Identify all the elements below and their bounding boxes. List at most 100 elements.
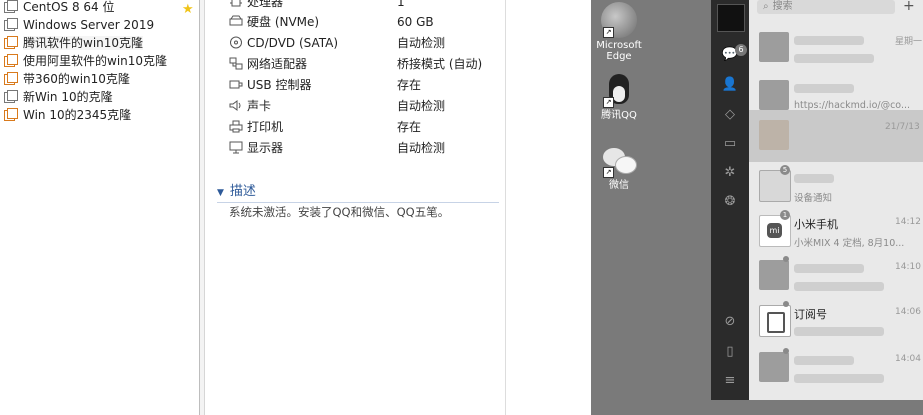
vm-details-panel: 处理器 1 硬盘 (NVMe) 60 GB CD/DVD (SATA) 自动检测… [205, 0, 506, 415]
hard-disk-icon [229, 15, 243, 26]
unread-dot [783, 301, 789, 307]
chat-item[interactable]: 订阅号 14:06 [749, 295, 923, 347]
hardware-name: 硬盘 (NVMe) [247, 15, 320, 29]
edge-icon: ↗ [601, 2, 637, 38]
vm-icon [4, 18, 18, 31]
chat-name-redacted [794, 264, 864, 273]
contacts-icon[interactable]: 👤 [721, 76, 739, 94]
moments-icon[interactable]: ✲ [721, 164, 739, 182]
chat-avatar [759, 120, 789, 150]
chat-item[interactable]: 21/7/13 [749, 110, 923, 162]
vm-icon [4, 0, 18, 13]
chat-preview: 小米MIX 4 定档, 8月10... [794, 238, 905, 249]
hardware-value: 自动检测 [397, 36, 446, 50]
vm-item-label: 新Win 10的克隆 [23, 90, 113, 104]
subscription-icon [759, 305, 791, 337]
network-adapter-icon [229, 57, 243, 70]
hardware-name: USB 控制器 [247, 78, 312, 92]
chat-time: 14:10 [895, 262, 921, 272]
description-header[interactable]: ▼ 描述 [217, 182, 499, 203]
phone-icon[interactable]: ▯ [721, 343, 739, 361]
chat-avatar [759, 80, 789, 110]
vm-item-label: 腾讯软件的win10克隆 [23, 36, 144, 50]
desktop-icon-qq[interactable]: ↗ 腾讯QQ [591, 72, 647, 121]
desktop-icon-label: 微信 [609, 180, 629, 191]
chat-preview-redacted [794, 327, 884, 336]
chat-preview: 设备通知 [794, 193, 833, 204]
desktop-icon-label: Microsoft Edge [596, 40, 642, 62]
hardware-value: 自动检测 [397, 141, 446, 155]
avatar[interactable] [717, 4, 745, 32]
shortcut-arrow-icon: ↗ [603, 167, 614, 178]
chat-preview-redacted [794, 374, 884, 383]
chat-time: 14:04 [895, 354, 921, 364]
chat-preview-redacted [794, 282, 884, 291]
chat-avatar [759, 32, 789, 62]
chat-unread-badge: 1 [780, 210, 790, 220]
vm-item[interactable]: 带360的win10克隆 [4, 70, 130, 88]
vm-item[interactable]: 新Win 10的克隆 [4, 88, 113, 106]
search-icon: ⌕ [763, 1, 769, 12]
printer-icon [229, 120, 243, 133]
vm-item[interactable]: Windows Server 2019 [4, 16, 154, 34]
cpu-icon [230, 0, 242, 7]
chat-name-redacted [794, 36, 864, 45]
vm-library-panel: CentOS 8 64 位 ★ Windows Server 2019 腾讯软件… [0, 0, 200, 415]
shortcut-arrow-icon: ↗ [603, 27, 614, 38]
desktop-bottom-strip [591, 400, 923, 415]
chat-time: 14:12 [895, 217, 921, 227]
qq-icon: ↗ [601, 72, 637, 108]
hardware-name: 处理器 [247, 0, 284, 9]
vm-item-label: 使用阿里软件的win10克隆 [23, 54, 168, 68]
chat-time: 14:06 [895, 307, 921, 317]
unread-badge: 6 [735, 44, 747, 56]
hardware-value: 1 [397, 0, 405, 9]
hardware-name: 声卡 [247, 99, 272, 113]
vm-item[interactable]: Win 10的2345克隆 [4, 106, 131, 124]
vm-item-label: 带360的win10克隆 [23, 72, 130, 86]
chat-avatar [759, 260, 789, 290]
hardware-name: 打印机 [247, 120, 284, 134]
add-button[interactable]: + [903, 0, 915, 14]
chat-item[interactable]: 星期一 [749, 22, 923, 74]
vm-item-label: Windows Server 2019 [23, 18, 155, 32]
channels-icon[interactable]: ❂ [721, 193, 739, 211]
chat-avatar [759, 352, 789, 382]
hardware-name: 网络适配器 [247, 57, 308, 71]
vm-item[interactable]: 使用阿里软件的win10克隆 [4, 52, 167, 70]
chat-name-redacted [794, 356, 854, 365]
chat-time: 21/7/13 [885, 122, 920, 132]
unread-dot [783, 256, 789, 262]
vm-item[interactable]: 腾讯软件的win10克隆 [4, 34, 144, 52]
hardware-name: CD/DVD (SATA) [247, 36, 339, 50]
search-placeholder: 搜索 [772, 1, 793, 12]
chat-time: 星期一 [895, 37, 923, 47]
desktop-icon-wechat[interactable]: ↗ 微信 [591, 142, 647, 191]
hardware-value: 自动检测 [397, 99, 446, 113]
favorite-star-icon: ★ [182, 2, 194, 17]
clone-vm-icon [4, 108, 18, 121]
clone-vm-icon [4, 54, 18, 67]
chat-name: 订阅号 [794, 308, 827, 321]
desktop-icon-label: 腾讯QQ [601, 110, 637, 121]
wechat-icon: ↗ [601, 142, 637, 178]
wechat-chat-list: ⌕ 搜索 + 星期一 https://hackmd.io/@co... 21/7/… [749, 0, 923, 400]
display-icon [229, 141, 243, 154]
menu-icon[interactable]: ≡ [721, 372, 739, 390]
search-input[interactable]: ⌕ 搜索 [757, 0, 895, 14]
shortcut-arrow-icon: ↗ [603, 97, 614, 108]
favorites-icon[interactable]: ◇ [721, 106, 739, 124]
chat-item[interactable]: 14:04 [749, 342, 923, 394]
chat-unread-badge: 5 [780, 165, 790, 175]
hardware-value: 60 GB [397, 15, 434, 29]
vm-item[interactable]: CentOS 8 64 位 ★ [4, 0, 194, 17]
files-icon[interactable]: ▭ [721, 135, 739, 153]
miniprogram-icon[interactable]: ⊘ [721, 313, 739, 331]
hardware-value: 桥接模式 (自动) [397, 57, 483, 71]
vm-item-label: CentOS 8 64 位 [23, 0, 115, 14]
collapse-triangle-icon: ▼ [217, 188, 224, 198]
desktop-icon-edge[interactable]: ↗ Microsoft Edge [591, 2, 647, 62]
blank-area [506, 0, 591, 415]
hardware-name: 显示器 [247, 141, 284, 155]
vm-item-label: Win 10的2345克隆 [23, 108, 132, 122]
